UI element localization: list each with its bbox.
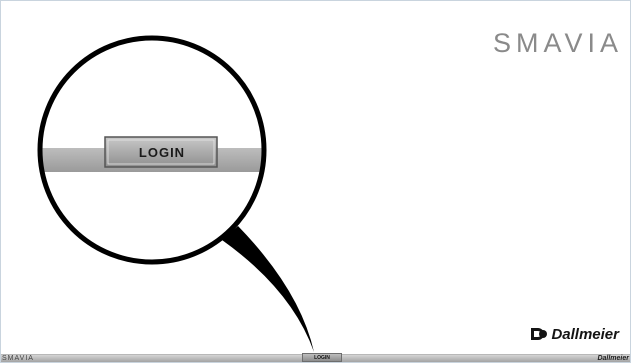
callout-tail — [222, 226, 314, 352]
lens-contents — [40, 136, 264, 172]
bottom-bar-company: Dallmeier — [597, 355, 629, 362]
company-logo-text: Dallmeier — [551, 325, 619, 343]
login-button[interactable]: LOGIN — [302, 353, 342, 362]
magnifier-illustration — [37, 35, 314, 352]
company-logo: Dallmeier — [530, 325, 619, 343]
company-logo-mark-icon — [531, 328, 548, 340]
bottom-bar-brand: SMAVIA — [2, 355, 34, 362]
login-screen: SMAVIA LOGIN Dallmeier SMAVIA Dallmeier … — [0, 0, 631, 363]
